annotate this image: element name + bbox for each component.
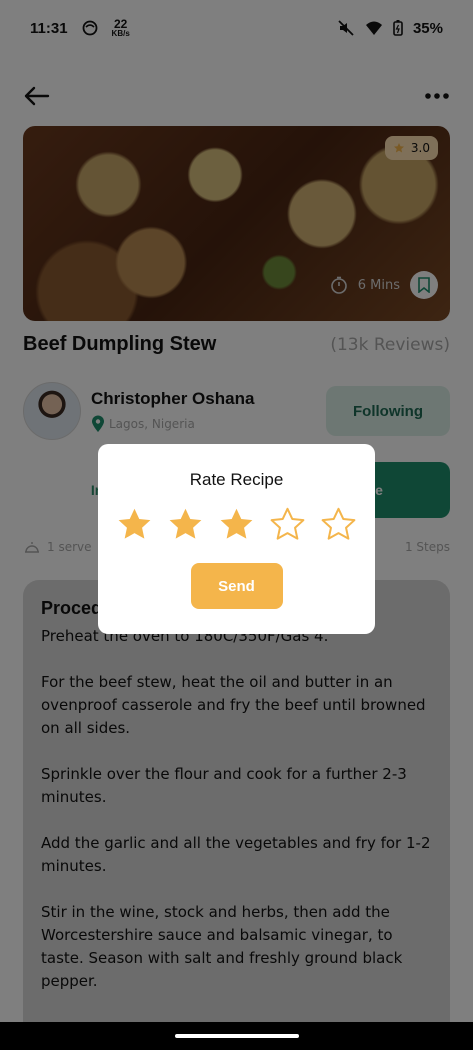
star-filled-icon[interactable] xyxy=(116,506,153,543)
home-handle[interactable] xyxy=(174,1034,299,1038)
navigation-bar xyxy=(0,1022,473,1050)
star-rating xyxy=(116,506,357,543)
send-button[interactable]: Send xyxy=(190,563,283,609)
rate-recipe-dialog: Rate Recipe Send xyxy=(98,444,375,634)
star-filled-icon[interactable] xyxy=(167,506,204,543)
star-outline-icon[interactable] xyxy=(269,506,306,543)
dialog-title: Rate Recipe xyxy=(189,470,284,489)
star-outline-icon[interactable] xyxy=(320,506,357,543)
star-filled-icon[interactable] xyxy=(218,506,255,543)
